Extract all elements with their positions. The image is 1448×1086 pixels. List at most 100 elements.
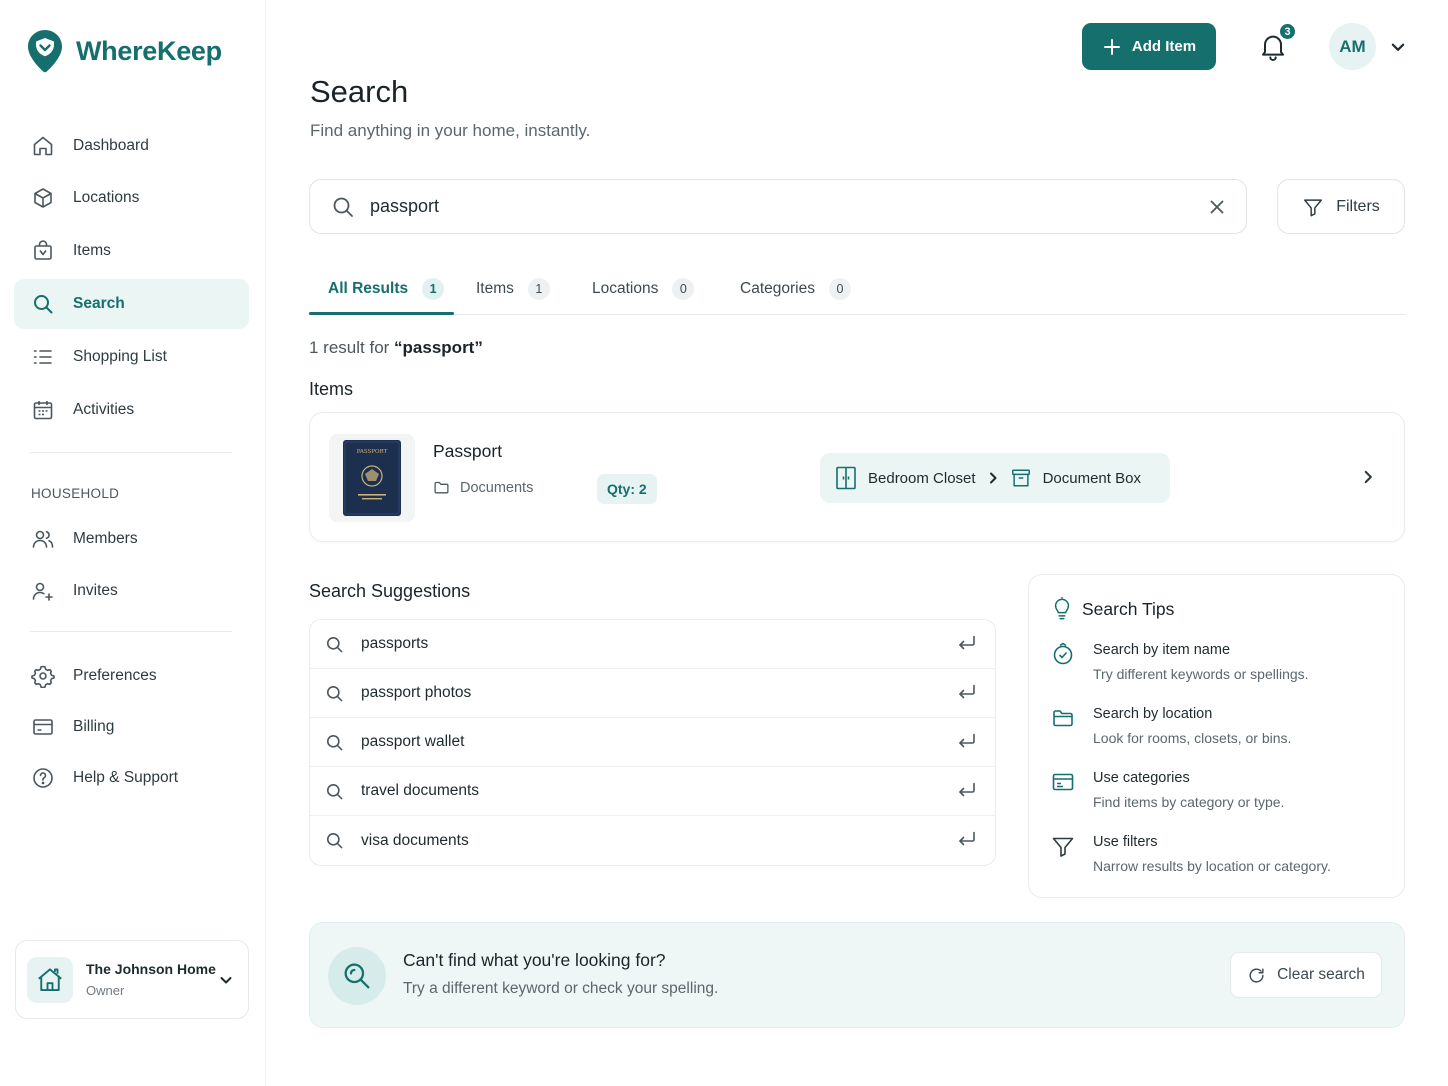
- brand[interactable]: WhereKeep: [26, 28, 222, 74]
- active-tab-indicator: [309, 312, 454, 315]
- sidebar-item-preferences[interactable]: Preferences: [14, 651, 249, 701]
- sidebar-item-shopping-list[interactable]: Shopping List: [14, 332, 249, 382]
- suggestions-heading: Search Suggestions: [309, 581, 471, 601]
- cube-icon: [31, 186, 55, 210]
- tab-locations[interactable]: Locations 0: [592, 262, 695, 315]
- sidebar-divider: [30, 452, 232, 453]
- sidebar-item-label: Members: [73, 530, 138, 547]
- chevron-right-icon[interactable]: [1361, 469, 1375, 485]
- household-switcher[interactable]: The Johnson Home Owner: [15, 940, 249, 1019]
- sidebar-item-label: Locations: [73, 189, 140, 206]
- search-icon: [331, 195, 355, 219]
- enter-key-icon: [958, 684, 976, 700]
- item-thumbnail: PASSPORT: [329, 434, 415, 522]
- clear-search-button[interactable]: Clear search: [1230, 952, 1382, 998]
- sidebar-item-label: Help & Support: [73, 769, 179, 786]
- search-icon: [325, 684, 344, 703]
- suggestion-text: passport wallet: [361, 733, 465, 750]
- folder-icon: [1051, 706, 1075, 730]
- suggestions-list: passports passport photos passport walle…: [309, 619, 996, 866]
- close-icon[interactable]: [1208, 198, 1226, 216]
- suggestion-item[interactable]: passport wallet: [310, 718, 995, 767]
- enter-key-icon: [958, 635, 976, 651]
- banner-title: Can't find what you're looking for?: [403, 950, 666, 970]
- search-tip-title: Use categories: [1093, 770, 1190, 786]
- sidebar-item-locations[interactable]: Locations: [14, 173, 249, 223]
- suggestion-text: passport photos: [361, 684, 472, 701]
- gear-icon: [31, 664, 55, 688]
- suggestion-item[interactable]: passport photos: [310, 669, 995, 718]
- help-circle-icon: [31, 766, 55, 790]
- tag-icon: [1051, 642, 1075, 666]
- list-icon: [31, 345, 55, 369]
- house-icon: [27, 956, 73, 1003]
- item-category: Documents: [433, 479, 533, 496]
- search-icon: [325, 733, 344, 752]
- sidebar-divider: [30, 631, 232, 632]
- sidebar-item-label: Preferences: [73, 667, 157, 684]
- avatar[interactable]: AM: [1329, 23, 1376, 70]
- passport-image: PASSPORT: [343, 440, 401, 516]
- search-icon: [325, 782, 344, 801]
- search-icon: [325, 635, 344, 654]
- search-tip-desc: Find items by category or type.: [1093, 794, 1285, 810]
- brand-name: WhereKeep: [76, 35, 222, 66]
- item-category-label: Documents: [460, 479, 534, 496]
- add-item-label: Add Item: [1131, 38, 1197, 55]
- suggestion-item[interactable]: travel documents: [310, 767, 995, 816]
- filters-button[interactable]: Filters: [1277, 179, 1405, 234]
- search-tip-title: Search by item name: [1093, 642, 1231, 658]
- plus-icon: [1102, 37, 1122, 57]
- location-breadcrumb[interactable]: Bedroom Closet Document Box: [820, 453, 1170, 503]
- search-tip-desc: Narrow results by location or category.: [1093, 858, 1331, 874]
- sidebar-item-members[interactable]: Members: [14, 514, 249, 564]
- result-item-card[interactable]: PASSPORT Passport Documents Qty: 2 Bedro…: [309, 412, 1405, 542]
- sidebar-item-search[interactable]: Search: [14, 279, 249, 329]
- search-tip-desc: Look for rooms, closets, or bins.: [1093, 730, 1292, 746]
- search-input[interactable]: [370, 196, 1150, 217]
- search-magnifier-icon: [328, 947, 386, 1005]
- chevron-down-icon[interactable]: [1389, 38, 1407, 56]
- users-icon: [31, 527, 55, 551]
- closet-icon: [835, 466, 857, 490]
- tab-all-results[interactable]: All Results 1: [328, 262, 445, 315]
- search-box: [309, 179, 1247, 234]
- sidebar-item-activities[interactable]: Activities: [14, 385, 249, 435]
- suggestion-text: passports: [361, 635, 429, 652]
- enter-key-icon: [958, 733, 976, 749]
- add-item-button[interactable]: Add Item: [1082, 23, 1216, 70]
- page-subtitle: Find anything in your home, instantly.: [310, 121, 591, 140]
- cant-find-banner: Can't find what you're looking for? Try …: [309, 922, 1405, 1028]
- sidebar-item-invites[interactable]: Invites: [14, 566, 249, 616]
- folder-icon: [433, 479, 450, 496]
- sidebar-item-dashboard[interactable]: Dashboard: [14, 121, 249, 171]
- calendar-icon: [31, 398, 55, 422]
- suggestion-text: visa documents: [361, 831, 469, 849]
- box-icon: [1010, 467, 1032, 489]
- sidebar-item-items[interactable]: Items: [14, 226, 249, 276]
- category-icon: [1051, 770, 1075, 794]
- suggestion-item[interactable]: visa documents: [310, 816, 995, 865]
- suggestion-item[interactable]: passports: [310, 620, 995, 669]
- tab-label: All Results: [328, 279, 409, 297]
- enter-key-icon: [958, 831, 976, 847]
- credit-card-icon: [31, 715, 55, 739]
- banner-description: Try a different keyword or check your sp…: [403, 980, 719, 997]
- tab-count: 0: [828, 277, 851, 300]
- refresh-icon: [1247, 966, 1266, 985]
- filter-icon: [1302, 196, 1324, 218]
- tab-items[interactable]: Items 1: [476, 262, 550, 315]
- result-count: 1 result for “passport”: [309, 338, 483, 358]
- home-icon: [31, 134, 55, 158]
- sidebar-item-label: Shopping List: [73, 348, 167, 365]
- user-plus-icon: [31, 579, 55, 603]
- sidebar-item-billing[interactable]: Billing: [14, 702, 249, 752]
- tab-label: Categories: [740, 279, 815, 297]
- bag-icon: [31, 239, 55, 263]
- passport-cover-text: PASSPORT: [357, 449, 388, 455]
- sidebar-item-help-support[interactable]: Help & Support: [14, 753, 249, 803]
- result-count-prefix: 1 result for: [309, 338, 395, 357]
- tab-categories[interactable]: Categories 0: [740, 262, 851, 315]
- search-icon: [31, 292, 55, 316]
- tab-label: Items: [476, 279, 514, 297]
